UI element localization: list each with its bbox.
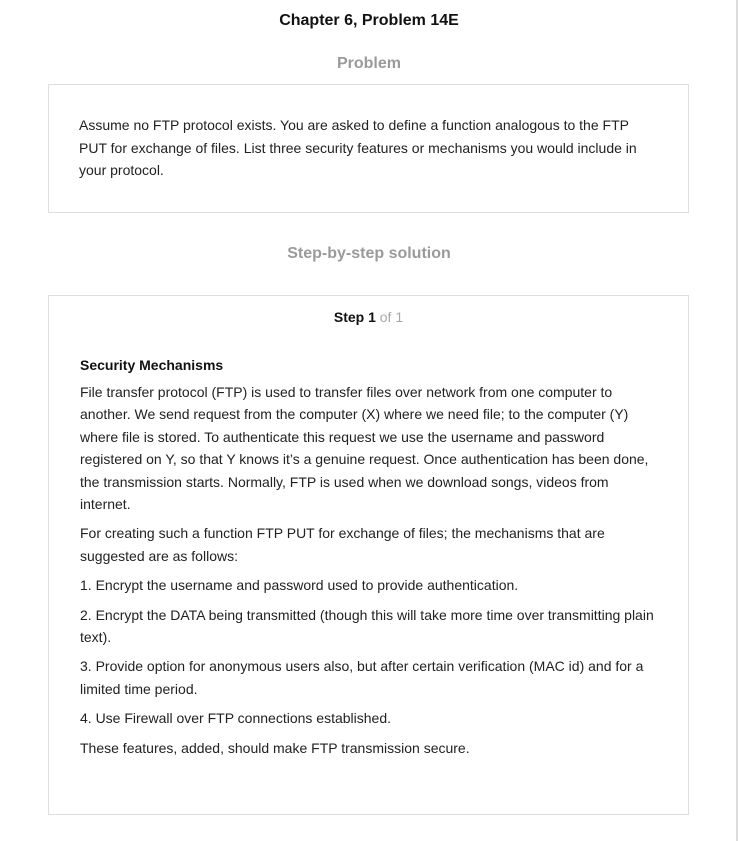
solution-card: Step 1 of 1 Security Mechanisms File tra… xyxy=(48,295,689,815)
problem-card: Assume no FTP protocol exists. You are a… xyxy=(48,84,689,213)
page-title: Chapter 6, Problem 14E xyxy=(279,12,459,29)
solution-item-4: 4. Use Firewall over FTP connections est… xyxy=(80,710,391,727)
solution-item-2: 2. Encrypt the DATA being transmitted (t… xyxy=(80,606,654,646)
solution-body: Security Mechanisms File transfer protoc… xyxy=(80,357,658,766)
solution-subheading: Security Mechanisms xyxy=(80,357,224,373)
problem-text: Assume no FTP protocol exists. You are a… xyxy=(79,117,637,178)
step-of-count: of 1 xyxy=(379,309,404,325)
solution-item-3: 3. Provide option for anonymous users al… xyxy=(80,658,644,697)
solution-conclusion: These features, added, should make FTP t… xyxy=(80,739,470,756)
step-label: Step 1 xyxy=(333,309,376,325)
solution-paragraph-mechanisms: For creating such a function FTP PUT for… xyxy=(80,525,605,564)
step-indicator: Step 1 of 1 xyxy=(49,309,688,325)
problem-heading: Problem xyxy=(336,55,401,72)
solution-item-1: 1. Encrypt the username and password use… xyxy=(80,577,519,594)
solution-paragraph-intro: File transfer protocol (FTP) is used to … xyxy=(80,384,649,513)
solution-heading: Step-by-step solution xyxy=(287,245,451,262)
